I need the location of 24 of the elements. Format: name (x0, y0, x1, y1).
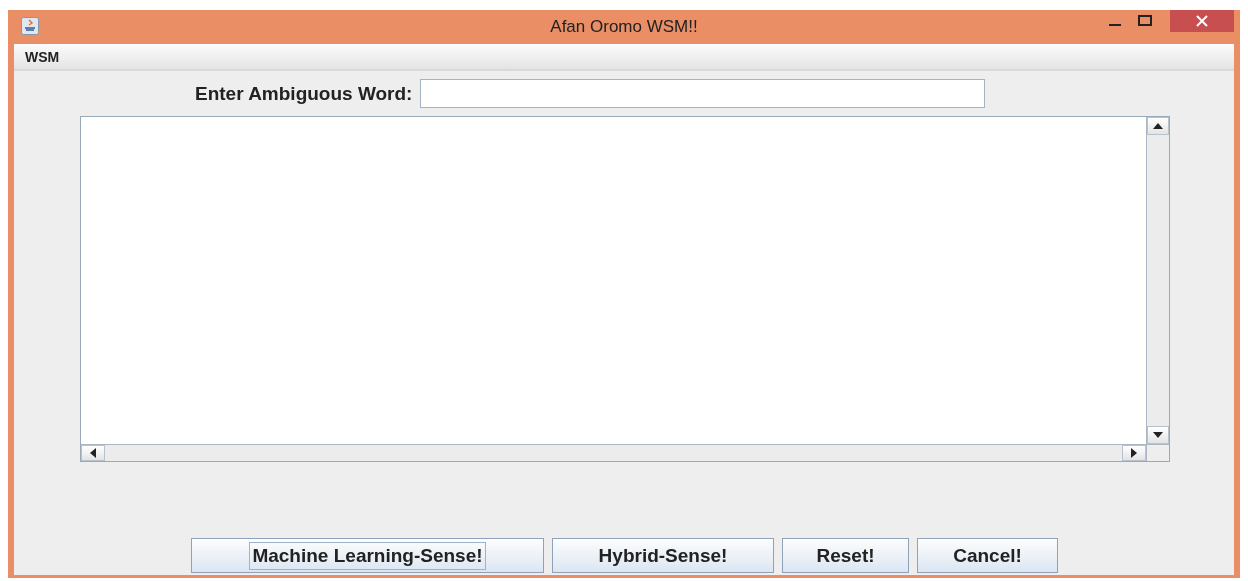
action-button[interactable]: Machine Learning-Sense! (191, 538, 544, 573)
action-button[interactable]: Reset! (782, 538, 909, 573)
minimize-icon (1109, 24, 1121, 26)
word-input-field[interactable] (420, 79, 986, 108)
scroll-right-button[interactable] (1122, 445, 1146, 461)
close-icon (1196, 15, 1208, 27)
scrollbar-corner (1146, 444, 1169, 461)
horizontal-scrollbar[interactable] (81, 444, 1146, 461)
window-title: Afan Oromo WSM!! (550, 17, 698, 36)
scroll-down-button[interactable] (1147, 426, 1169, 444)
action-button[interactable]: Cancel! (917, 538, 1058, 573)
coffee-cup-icon[interactable] (21, 16, 39, 35)
close-button[interactable] (1170, 10, 1234, 32)
menu-item[interactable]: WSM (23, 48, 62, 65)
vertical-scrollbar[interactable] (1146, 117, 1169, 444)
scroll-left-button[interactable] (81, 445, 105, 461)
field-label: Enter Ambiguous Word: (195, 82, 413, 105)
action-button[interactable]: Hybrid-Sense! (552, 538, 774, 573)
left-triangle-icon (90, 448, 96, 458)
scroll-up-button[interactable] (1147, 117, 1169, 135)
right-triangle-icon (1131, 448, 1137, 458)
down-triangle-icon (1153, 432, 1163, 438)
maximize-icon (1138, 15, 1152, 27)
up-triangle-icon (1153, 123, 1163, 129)
